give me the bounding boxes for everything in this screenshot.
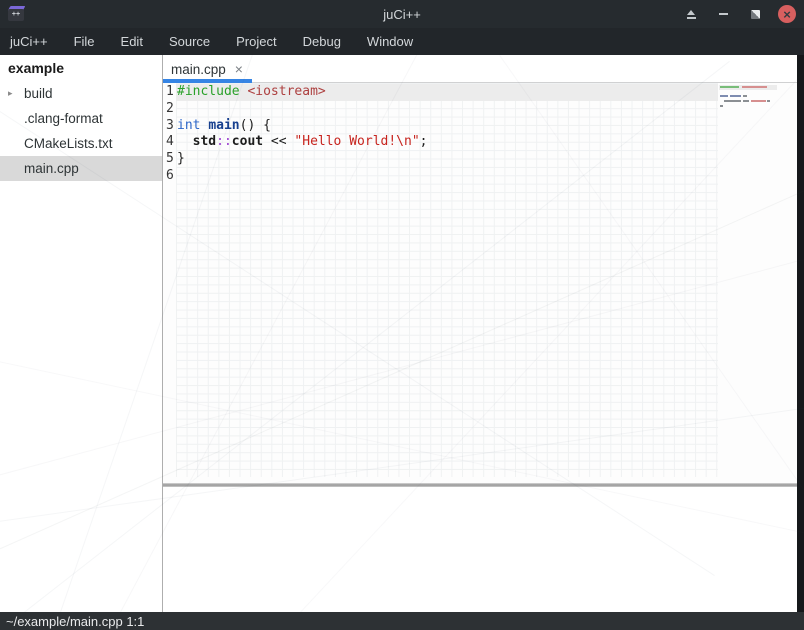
- editor-pane: main.cpp × 1#include <iostream>23int main…: [163, 55, 797, 612]
- tab-close-icon[interactable]: ×: [235, 62, 243, 76]
- terminal-panel[interactable]: [163, 487, 797, 612]
- tree-item-label: main.cpp: [0, 161, 79, 176]
- menubar: juCi++FileEditSourceProjectDebugWindow: [0, 28, 804, 55]
- maximize-button[interactable]: [744, 3, 766, 25]
- code-editor[interactable]: 1#include <iostream>23int main() {4 std:…: [163, 83, 797, 483]
- statusbar: ~/example/main.cpp 1:1: [0, 612, 804, 630]
- line-text: [176, 101, 177, 118]
- minimap-line: [720, 86, 739, 88]
- line-number: 1: [163, 84, 176, 101]
- minimize-button[interactable]: [712, 3, 734, 25]
- expander-arrow-icon[interactable]: ▸: [8, 88, 18, 99]
- line-number: 3: [163, 118, 176, 135]
- file-tree: example ▸build .clang-format CMakeLists.tx…: [0, 55, 163, 612]
- line-text: int main() {: [176, 118, 271, 135]
- line-text: }: [176, 151, 185, 168]
- right-edge-strip: [797, 55, 804, 612]
- line-number: 6: [163, 168, 176, 185]
- line-number: 4: [163, 134, 176, 151]
- tabbar: main.cpp ×: [163, 55, 797, 83]
- code-line: 5}: [163, 151, 797, 168]
- minimap-line: [743, 95, 747, 97]
- minimap-line: [743, 100, 749, 102]
- eject-icon: [686, 10, 697, 19]
- tree-item-main-cpp[interactable]: main.cpp: [0, 156, 162, 181]
- tree-item-cmakelists-txt[interactable]: CMakeLists.txt: [0, 131, 162, 156]
- menu-item-source[interactable]: Source: [156, 28, 223, 55]
- window-controls: ×: [680, 0, 798, 28]
- code-line: 2: [163, 101, 797, 118]
- close-button[interactable]: ×: [776, 3, 798, 25]
- minimize-icon: [719, 13, 728, 15]
- menu-item-project[interactable]: Project: [223, 28, 289, 55]
- close-icon: ×: [778, 5, 796, 23]
- minimap[interactable]: [719, 83, 796, 481]
- line-text: [176, 168, 177, 185]
- menu-item-juci[interactable]: juCi++: [0, 28, 61, 55]
- shade-button[interactable]: [680, 3, 702, 25]
- content: example ▸build .clang-format CMakeLists.tx…: [0, 55, 804, 612]
- menu-item-file[interactable]: File: [61, 28, 108, 55]
- menu-item-debug[interactable]: Debug: [290, 28, 354, 55]
- titlebar: ++ juCi++ ×: [0, 0, 804, 28]
- minimap-line: [742, 86, 767, 88]
- minimap-line: [720, 105, 723, 107]
- minimap-line: [724, 100, 741, 102]
- status-file-position: ~/example/main.cpp 1:1: [6, 614, 144, 629]
- tree-item-build[interactable]: ▸build: [0, 81, 162, 106]
- minimap-line: [767, 100, 770, 102]
- code-line: 4 std::cout << "Hello World!\n";: [163, 134, 797, 151]
- code-lines: 1#include <iostream>23int main() {4 std:…: [163, 84, 797, 185]
- jucipp-window: ++ juCi++ × juCi++FileEditSourceProjectD…: [0, 0, 804, 630]
- tree-item--clang-format[interactable]: .clang-format: [0, 106, 162, 131]
- minimap-line: [730, 95, 741, 97]
- line-text: #include <iostream>: [176, 84, 326, 101]
- project-root-label[interactable]: example: [0, 55, 162, 81]
- minimap-line: [751, 100, 766, 102]
- line-number: 2: [163, 101, 176, 118]
- line-text: std::cout << "Hello World!\n";: [176, 134, 427, 151]
- line-number: 5: [163, 151, 176, 168]
- tree-item-label: CMakeLists.txt: [0, 136, 113, 151]
- code-line: 3int main() {: [163, 118, 797, 135]
- code-line: 6: [163, 168, 797, 185]
- minimap-line: [720, 95, 728, 97]
- code-line: 1#include <iostream>: [163, 84, 797, 101]
- menu-item-edit[interactable]: Edit: [108, 28, 156, 55]
- menu-item-window[interactable]: Window: [354, 28, 426, 55]
- tab-label: main.cpp: [171, 62, 226, 77]
- maximize-icon: [751, 10, 760, 19]
- tree-item-label: .clang-format: [0, 111, 103, 126]
